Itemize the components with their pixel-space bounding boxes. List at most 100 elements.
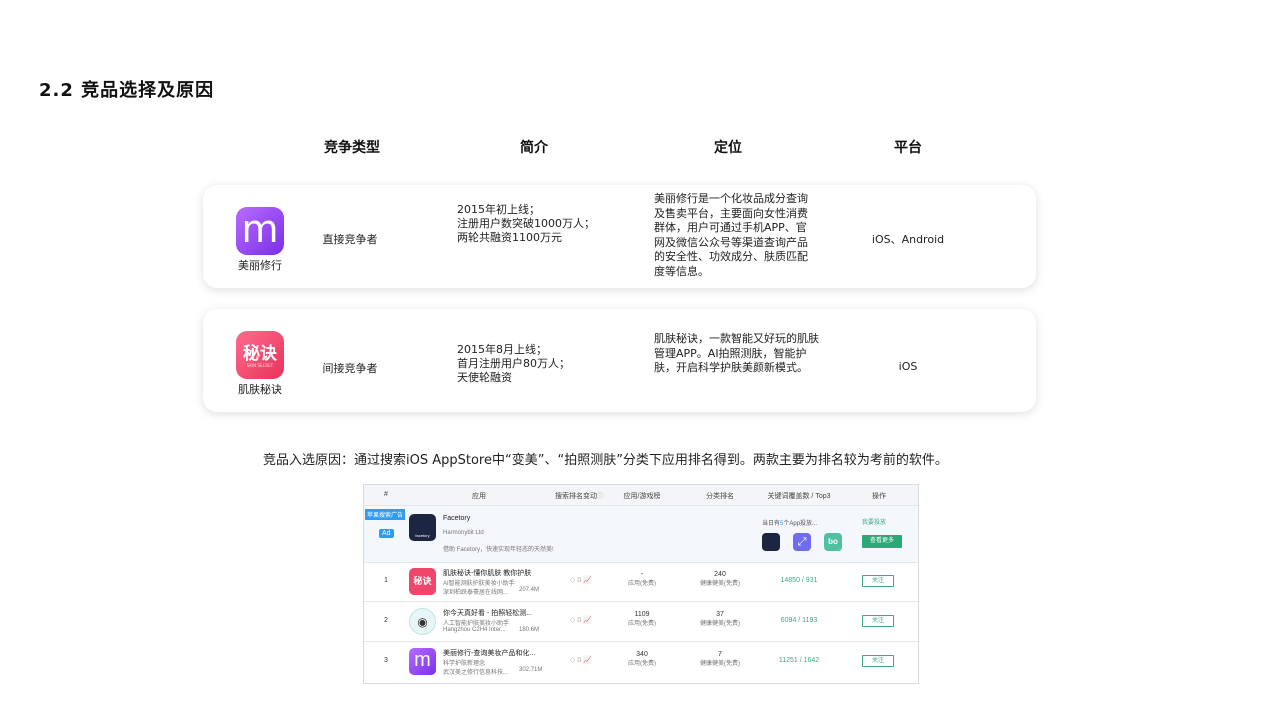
advertiser-icon-3[interactable]: bo: [824, 533, 842, 551]
intro-text: 2015年8月上线； 首月注册用户80万人； 天使轮融资: [457, 343, 637, 385]
placement-prefix: 当日有: [762, 521, 781, 527]
platform: iOS: [898, 360, 918, 373]
app-rank-value: -: [640, 571, 644, 578]
ad-tag: Ad: [379, 529, 394, 538]
ranking-table-header: # 应用 搜索排名变动 ⓘ 应用/游戏榜 分类排名 关键词覆盖数 / Top3 …: [364, 485, 918, 506]
row-rank: 1: [384, 577, 388, 584]
follow-button[interactable]: 关注: [862, 575, 894, 587]
row-developer: 武汉美之修行信息科技...: [443, 670, 509, 676]
bid-link[interactable]: 我要投放: [862, 517, 886, 526]
row-size: 207.4M: [519, 587, 540, 593]
cat-rank-label: 健康健美(免费): [700, 621, 740, 627]
meili-row-icon: m: [409, 648, 436, 675]
row-app-name[interactable]: 你今天真好看 - 拍照轻松测...: [443, 608, 532, 618]
ad-row[interactable]: 苹果搜索广告 Ad facetory Facetory Harmonybit L…: [364, 506, 918, 563]
meili-app-icon: m: [236, 207, 284, 255]
facetory-icon-text: facetory: [415, 533, 430, 538]
ad-app-name[interactable]: Facetory: [443, 515, 470, 522]
ad-placement-text: 当日有5个App投放...: [762, 518, 817, 527]
cat-rank-value: 37: [716, 611, 724, 618]
intro-line: 注册用户数突破1000万人；: [457, 217, 595, 230]
app-rank-label: 应用(免费): [628, 581, 656, 587]
change-value: 0: [577, 657, 582, 664]
position-line: 肌肤秘诀，一款智能又好玩的肌肤: [654, 332, 819, 345]
column-header-intro: 简介: [520, 140, 548, 156]
competitor-card-meili: m 美丽修行 直接竞争者 2015年初上线； 注册用户数突破1000万人； 两轮…: [203, 185, 1036, 288]
table-row[interactable]: 1 秘诀 肌肤秘诀-懂你肌肤 教你护肤 AI智能测肤护肤美妆小助手 深圳柏跃泰豪…: [364, 562, 918, 602]
app-rank-label: 应用(免费): [628, 661, 656, 667]
intro-text: 2015年初上线； 注册用户数突破1000万人； 两轮共融资1100万元: [457, 203, 637, 245]
table-row[interactable]: 2 ◉ 你今天真好看 - 拍照轻松测... 人工智能护肤美妆小助手 Hangzh…: [364, 602, 918, 642]
column-header-type: 竞争类型: [324, 140, 380, 156]
row-keywords[interactable]: 6094 / 1193: [781, 617, 817, 624]
competition-type: 间接竞争者: [322, 362, 378, 375]
intro-line: 天使轮融资: [457, 371, 512, 384]
meili-icon-glyph: m: [241, 207, 279, 251]
row-app-subtitle: 科学护肤新理念: [443, 661, 486, 667]
table-row[interactable]: 3 m 美丽修行-查询美妆产品和化... 科学护肤新理念 武汉美之修行信息科技.…: [364, 642, 918, 681]
advertiser-icon-1[interactable]: [762, 533, 780, 551]
header-search-change: 搜索排名变动: [555, 493, 597, 500]
row-rank: 2: [384, 617, 388, 624]
jifu-app-icon: 秘诀 SKIN SECRET: [236, 331, 284, 379]
row-app-name[interactable]: 美丽修行-查询美妆产品和化...: [443, 648, 535, 658]
advertiser-icon-2[interactable]: ⤢: [793, 533, 811, 551]
app-rank-label: 应用(免费): [628, 621, 656, 627]
row-developer: Hangzhou C2H4 Inter...: [443, 627, 506, 633]
row-app-subtitle: AI智能测肤护肤美妆小助手: [443, 581, 515, 587]
jifu-icon-glyph: 秘诀: [243, 344, 277, 364]
intro-line: 首月注册用户80万人；: [457, 357, 570, 370]
position-line: 网及微信公众号等渠道查询产品: [654, 235, 808, 249]
app-name: 美丽修行: [238, 259, 282, 272]
position-line: 的安全性、功效成分、肤质匹配: [654, 250, 808, 263]
row-cat-rank: 240 健康健美(免费): [700, 571, 740, 587]
follow-button[interactable]: 关注: [862, 655, 894, 667]
row-app-rank: 340 应用(免费): [628, 651, 656, 667]
position-line: 美丽修行是一个化妆品成分查询: [654, 192, 808, 205]
position-line: 群体，用户可通过手机APP、官: [654, 221, 807, 234]
row-cat-rank: 7 健康健美(免费): [700, 651, 740, 667]
position-line: 度等信息。: [654, 264, 709, 278]
help-icon[interactable]: ⓘ: [597, 491, 604, 501]
column-header-platform: 平台: [894, 140, 922, 156]
header-keywords: 关键词覆盖数 / Top3: [767, 493, 831, 500]
intro-line: 2015年初上线；: [457, 203, 540, 216]
row-search-change: ◇ 0 📈: [570, 577, 592, 584]
ranking-screenshot: # 应用 搜索排名变动 ⓘ 应用/游戏榜 分类排名 关键词覆盖数 / Top3 …: [363, 484, 919, 684]
facetory-app-icon: facetory: [409, 514, 436, 541]
row-rank: 3: [384, 657, 388, 664]
cat-rank-value: 240: [714, 571, 726, 578]
competitor-card-jifu: 秘诀 SKIN SECRET 肌肤秘诀 间接竞争者 2015年8月上线； 首月注…: [203, 309, 1036, 412]
row-keywords[interactable]: 11251 / 1642: [779, 657, 819, 664]
row-developer: 深圳柏跃泰豪居在线网...: [443, 590, 509, 596]
column-header-position: 定位: [714, 140, 742, 156]
header-action: 操作: [872, 493, 886, 500]
row-search-change: ◇ 0 📈: [570, 617, 592, 624]
row-app-name[interactable]: 肌肤秘诀-懂你肌肤 教你护肤: [443, 568, 531, 578]
app-rank-value: 1109: [634, 611, 650, 618]
page-title: 2.2 竞品选择及原因: [39, 80, 215, 101]
cat-rank-label: 健康健美(免费): [700, 581, 740, 587]
platform: iOS、Android: [871, 233, 945, 246]
jifu-icon-subtext: SKIN SECRET: [246, 363, 274, 368]
ad-description: 借助 Facetory，快速实现年轻态的天然美!: [443, 547, 554, 553]
row-app-rank: - 应用(免费): [628, 571, 656, 587]
header-cat-rank: 分类排名: [706, 493, 734, 500]
row-search-change: ◇ 0 📈: [570, 657, 592, 664]
position-text: 肌肤秘诀，一款智能又好玩的肌肤 管理APP。AI拍照测肤，智能护 肤，开启科学护…: [654, 332, 834, 376]
trend-chart-icon[interactable]: 📈: [583, 617, 592, 624]
app-name: 肌肤秘诀: [238, 383, 282, 396]
position-line: 及售卖平台，主要面向女性消费: [654, 206, 808, 220]
trend-chart-icon[interactable]: 📈: [583, 577, 592, 584]
view-more-button[interactable]: 查看更多: [862, 535, 902, 548]
placement-suffix: 个App投放...: [783, 521, 818, 527]
ad-badge: 苹果搜索广告: [365, 509, 406, 520]
row-cat-rank: 37 健康健美(免费): [700, 611, 740, 627]
row-app-rank: 1109 应用(免费): [628, 611, 656, 627]
change-value: 0: [577, 577, 582, 584]
change-value: 0: [577, 617, 582, 624]
haokan-row-icon: ◉: [409, 608, 436, 635]
trend-chart-icon[interactable]: 📈: [583, 657, 592, 664]
row-keywords[interactable]: 14850 / 931: [781, 577, 818, 584]
follow-button[interactable]: 关注: [862, 615, 894, 627]
